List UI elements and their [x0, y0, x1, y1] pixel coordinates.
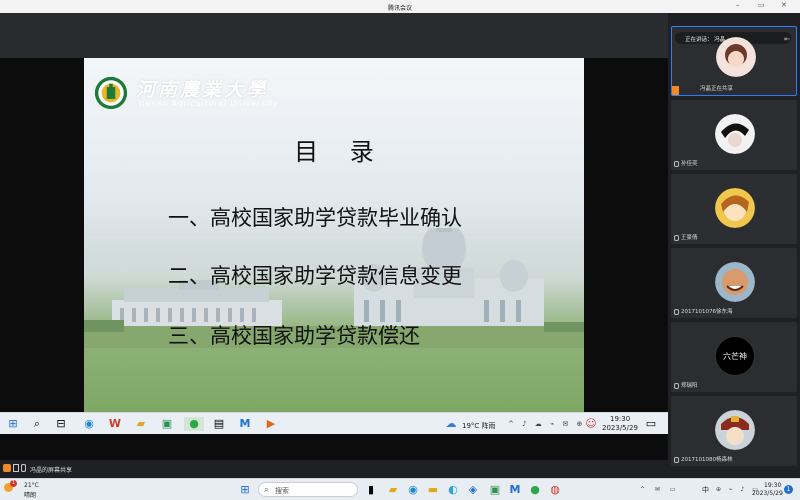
participant-name: 冯晶正在共享 [700, 86, 734, 92]
share-status-bar: 冯晶的屏幕共享 [0, 460, 668, 478]
powerpoint-icon[interactable]: ◍ [548, 483, 562, 497]
tray-icons[interactable]: ^ ✉ ▭ [640, 486, 680, 493]
participant-name: 孙佳奕 [681, 161, 698, 167]
participant-name: 2017101076徐东海 [681, 309, 733, 315]
wps-icon: W [108, 417, 122, 430]
task-view-icon[interactable]: ▮ [364, 483, 378, 497]
user-icon [3, 464, 11, 472]
participant-tile-3[interactable]: 王豪倩 [671, 174, 797, 244]
search-icon: ⌕ [33, 417, 41, 430]
slide-item-3: 三、高校国家助学贷款偿还 [168, 324, 420, 348]
slide-item-1: 一、高校国家助学贷款毕业确认 [168, 206, 462, 230]
tray-icons: ^ ♪ ☁ ⌁ ✉ ⊕ [508, 420, 586, 428]
university-logo [94, 76, 128, 110]
presenter-weather: 19°C 阵雨 [462, 422, 496, 430]
notification-icon: ☺ [585, 417, 597, 430]
presentation-slide: 河南農業大學 Henan Agricultural University 目 录… [84, 58, 584, 412]
participant-name: 王豪倩 [681, 235, 698, 241]
app-icon-2[interactable]: ▣ [488, 483, 502, 497]
clock-time[interactable]: 19:30 [764, 482, 781, 489]
edge-icon[interactable]: ◉ [406, 483, 420, 497]
avatar [715, 114, 755, 154]
task-view-icon: ⊟ [56, 417, 66, 430]
presenter-time: 19:30 [610, 415, 631, 423]
slide-item-2: 二、高校国家助学贷款信息变更 [168, 264, 462, 288]
file-explorer-icon[interactable]: ▰ [386, 483, 400, 497]
avatar [715, 410, 755, 450]
mic-icon [674, 235, 679, 241]
avatar: 六芒神 [715, 336, 755, 376]
folder-icon[interactable]: ▬ [426, 483, 440, 497]
mic-icon [674, 309, 679, 315]
app-window-icon: ▤ [213, 417, 225, 430]
mic-icon [674, 457, 679, 463]
presenter-taskbar: ⊞ ⌕ ⊟ ◉ W ▰ ▣ ● ▤ M ▶ ☁ 19°C 阵雨 ^ ♪ ☁ ⌁ … [0, 412, 668, 434]
avatar [716, 37, 756, 77]
participant-tile-1[interactable]: 正在讲话： 冯晶 ⇤ 冯晶正在共享 [671, 26, 797, 96]
wechat-icon[interactable]: ● [528, 483, 542, 497]
clock-date[interactable]: 2023/5/29 [752, 490, 783, 497]
university-name-en: Henan Agricultural University [139, 99, 279, 108]
close-icon[interactable]: ✕ [781, 1, 787, 9]
window-titlebar: 腾讯会议 – ▭ ✕ [0, 0, 800, 13]
slide-title: 目 录 [294, 138, 386, 166]
university-name-cn: 河南農業大學 [136, 79, 269, 101]
minimize-icon[interactable]: – [736, 1, 740, 9]
participant-tile-6[interactable]: 2017101080杨森林 [671, 396, 797, 466]
search-box[interactable]: ⌕ 搜索 [258, 482, 358, 497]
file-explorer-icon: ▰ [136, 417, 146, 430]
tencent-meeting-icon: M [239, 417, 251, 430]
screen-icon [13, 464, 19, 472]
mic-icon [674, 383, 679, 389]
windows-taskbar: 1 21°C 晴朗 ⊞ ⌕ 搜索 ▮ ▰ ◉ ▬ ◐ ◈ ▣ M ● ◍ ^ ✉… [0, 478, 800, 500]
maximize-icon[interactable]: ▭ [758, 1, 765, 9]
weather-temp: 21°C [24, 482, 39, 489]
presenter-date: 2023/5/29 [602, 424, 638, 432]
weather-icon: ☁ [445, 417, 457, 430]
tencent-meeting-icon[interactable]: M [508, 483, 522, 497]
expand-icon[interactable]: ⇤ [784, 35, 790, 43]
windows-start-icon: ⊞ [8, 417, 18, 430]
windows-start-icon[interactable]: ⊞ [238, 483, 252, 497]
window-title: 腾讯会议 [387, 5, 412, 12]
search-icon: ⌕ [264, 485, 269, 494]
host-icon [672, 86, 679, 95]
participant-name: 郑瑞阳 [681, 383, 698, 389]
share-status-label: 冯晶的屏幕共享 [30, 467, 73, 474]
avatar [715, 262, 755, 302]
app-icon[interactable]: ◈ [466, 483, 480, 497]
shared-screen: 河南農業大學 Henan Agricultural University 目 录… [0, 58, 668, 460]
participant-tile-4[interactable]: 2017101076徐东海 [671, 248, 797, 318]
wechat-icon: ● [184, 417, 204, 431]
mic-icon [21, 464, 26, 472]
powerpoint-icon: ▶ [266, 417, 276, 430]
store-icon[interactable]: ◐ [446, 483, 460, 497]
participant-name: 2017101080杨森林 [681, 457, 733, 463]
search-placeholder: 搜索 [275, 487, 289, 495]
weather-badge: 1 [10, 480, 17, 487]
participant-tile-5[interactable]: 六芒神 郑瑞阳 [671, 322, 797, 392]
ime-indicator[interactable]: 中 [702, 485, 709, 495]
mic-icon [674, 161, 679, 167]
meeting-toolbar [0, 13, 668, 58]
participant-tile-2[interactable]: 孙佳奕 [671, 100, 797, 170]
app-icon: ▣ [161, 417, 173, 430]
edge-icon: ◉ [84, 417, 94, 430]
chat-icon: ▭ [645, 417, 657, 430]
weather-desc: 晴朗 [24, 492, 37, 499]
notification-badge[interactable]: 1 [784, 485, 793, 494]
avatar [715, 188, 755, 228]
